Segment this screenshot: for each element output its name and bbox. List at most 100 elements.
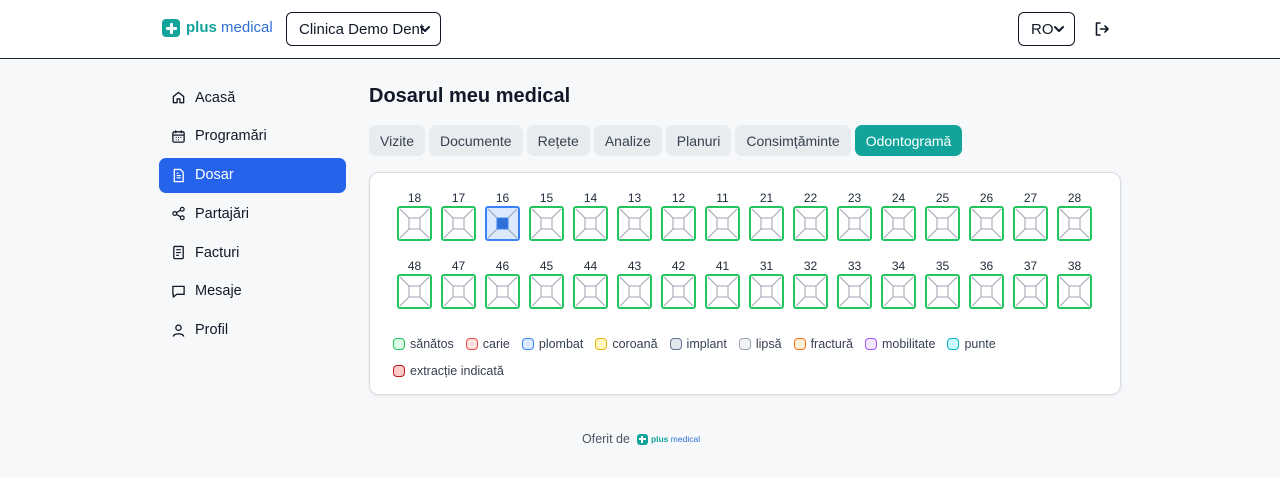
upper-teeth-row: 18 17 16 15 14 13 12 11 21 22 23 24 25 26 27 28 (397, 191, 1092, 241)
tooth-28[interactable]: 28 (1057, 191, 1092, 241)
tooth-18[interactable]: 18 (397, 191, 432, 241)
tooth-number: 26 (979, 191, 994, 205)
tooth-26[interactable]: 26 (969, 191, 1004, 241)
tab-planuri[interactable]: Planuri (665, 125, 732, 156)
tooth-diagram-icon (969, 206, 1004, 241)
tab-retete[interactable]: Rețete (526, 125, 590, 156)
tooth-diagram-icon (705, 274, 740, 309)
tooth-37[interactable]: 37 (1013, 259, 1048, 309)
sidebar-nav: Acasă Programări Dosar Partajări Facturi… (159, 80, 346, 351)
tab-odontograma[interactable]: Odontogramă (854, 125, 963, 156)
tooth-diagram-icon (925, 274, 960, 309)
tooth-13[interactable]: 13 (617, 191, 652, 241)
tooth-36[interactable]: 36 (969, 259, 1004, 309)
sidebar-item-dosar[interactable]: Dosar (159, 157, 346, 193)
tooth-46[interactable]: 46 (485, 259, 520, 309)
app-logo[interactable]: plus medical (162, 19, 273, 37)
legend-swatch (521, 337, 534, 350)
tooth-32[interactable]: 32 (793, 259, 828, 309)
tooth-25[interactable]: 25 (925, 191, 960, 241)
tooth-diagram-icon (969, 274, 1004, 309)
legend-item: carie (465, 336, 510, 351)
tooth-number: 37 (1023, 259, 1038, 273)
legend-swatch (669, 337, 682, 350)
tooth-41[interactable]: 41 (705, 259, 740, 309)
tab-analize[interactable]: Analize (593, 125, 662, 156)
tooth-42[interactable]: 42 (661, 259, 696, 309)
tooth-16[interactable]: 16 (485, 191, 520, 241)
tooth-diagram-icon (617, 274, 652, 309)
tooth-48[interactable]: 48 (397, 259, 432, 309)
tooth-number: 16 (495, 191, 510, 205)
legend-label: plombat (538, 336, 584, 351)
tooth-45[interactable]: 45 (529, 259, 564, 309)
legend-swatch (393, 337, 405, 350)
tooth-15[interactable]: 15 (529, 191, 564, 241)
tooth-number: 35 (935, 259, 950, 273)
tooth-diagram-icon (793, 206, 828, 241)
legend-swatch (793, 337, 806, 350)
legend-item: punte (947, 336, 996, 351)
legend-item: plombat (521, 336, 584, 351)
sidebar-item-programari[interactable]: Programări (159, 119, 346, 154)
tooth-number: 36 (979, 259, 994, 273)
tooth-number: 18 (407, 191, 422, 205)
tooth-diagram-icon (749, 206, 784, 241)
sidebar-item-mesaje[interactable]: Mesaje (159, 274, 346, 309)
tab-vizite[interactable]: Vizite (369, 125, 425, 156)
legend-item: coroană (595, 336, 658, 351)
tooth-diagram-icon (881, 274, 916, 309)
tooth-35[interactable]: 35 (925, 259, 960, 309)
tooth-diagram-icon (1013, 206, 1048, 241)
tooth-44[interactable]: 44 (573, 259, 608, 309)
odontogram-legend: sănătos carie plombat coroană implant lipsă fr… (393, 336, 1103, 378)
tooth-47[interactable]: 47 (441, 259, 476, 309)
legend-item: implant (669, 336, 727, 351)
legend-item: mobilitate (864, 336, 935, 351)
tooth-number: 15 (539, 191, 554, 205)
language-select-value: RO (1031, 20, 1054, 38)
tooth-number: 25 (935, 191, 950, 205)
tooth-number: 32 (803, 259, 818, 273)
tooth-11[interactable]: 11 (705, 191, 740, 241)
legend-swatch (864, 337, 877, 350)
language-select[interactable]: RO (1018, 12, 1075, 46)
tab-consimtaminte[interactable]: Consimțăminte (735, 125, 851, 156)
legend-label: implant (686, 336, 727, 351)
tooth-diagram-icon (485, 274, 520, 309)
tooth-diagram-icon (749, 274, 784, 309)
legend-item: extracție indicată (393, 363, 504, 378)
tooth-43[interactable]: 43 (617, 259, 652, 309)
legend-swatch (738, 337, 751, 350)
tooth-17[interactable]: 17 (441, 191, 476, 241)
tooth-number: 44 (583, 259, 598, 273)
clinic-select[interactable]: Clinica Demo Dent (286, 12, 441, 46)
tooth-number: 31 (759, 259, 774, 273)
footer-logo-medical: medical (670, 434, 701, 444)
tab-documente[interactable]: Documente (428, 125, 523, 156)
tooth-38[interactable]: 38 (1057, 259, 1092, 309)
sidebar-item-partajari[interactable]: Partajări (159, 196, 346, 231)
tooth-33[interactable]: 33 (837, 259, 872, 309)
tooth-22[interactable]: 22 (793, 191, 828, 241)
plus-logo-icon (636, 433, 648, 445)
tooth-34[interactable]: 34 (881, 259, 916, 309)
tooth-21[interactable]: 21 (749, 191, 784, 241)
tooth-23[interactable]: 23 (837, 191, 872, 241)
tooth-14[interactable]: 14 (573, 191, 608, 241)
logout-icon[interactable] (1093, 20, 1111, 38)
logo-text-medical: medical (221, 19, 273, 36)
footer-logo[interactable]: plus medical (636, 433, 701, 445)
tooth-31[interactable]: 31 (749, 259, 784, 309)
legend-label: carie (482, 336, 510, 351)
tooth-number: 14 (583, 191, 598, 205)
record-tabs: Vizite Documente Rețete Analize Planuri … (369, 125, 963, 156)
tooth-diagram-icon (397, 206, 432, 241)
legend-item: lipsă (738, 336, 782, 351)
sidebar-item-facturi[interactable]: Facturi (159, 235, 346, 270)
tooth-12[interactable]: 12 (661, 191, 696, 241)
sidebar-item-profil[interactable]: Profil (159, 313, 346, 348)
sidebar-item-acasa[interactable]: Acasă (159, 80, 346, 115)
tooth-24[interactable]: 24 (881, 191, 916, 241)
tooth-27[interactable]: 27 (1013, 191, 1048, 241)
